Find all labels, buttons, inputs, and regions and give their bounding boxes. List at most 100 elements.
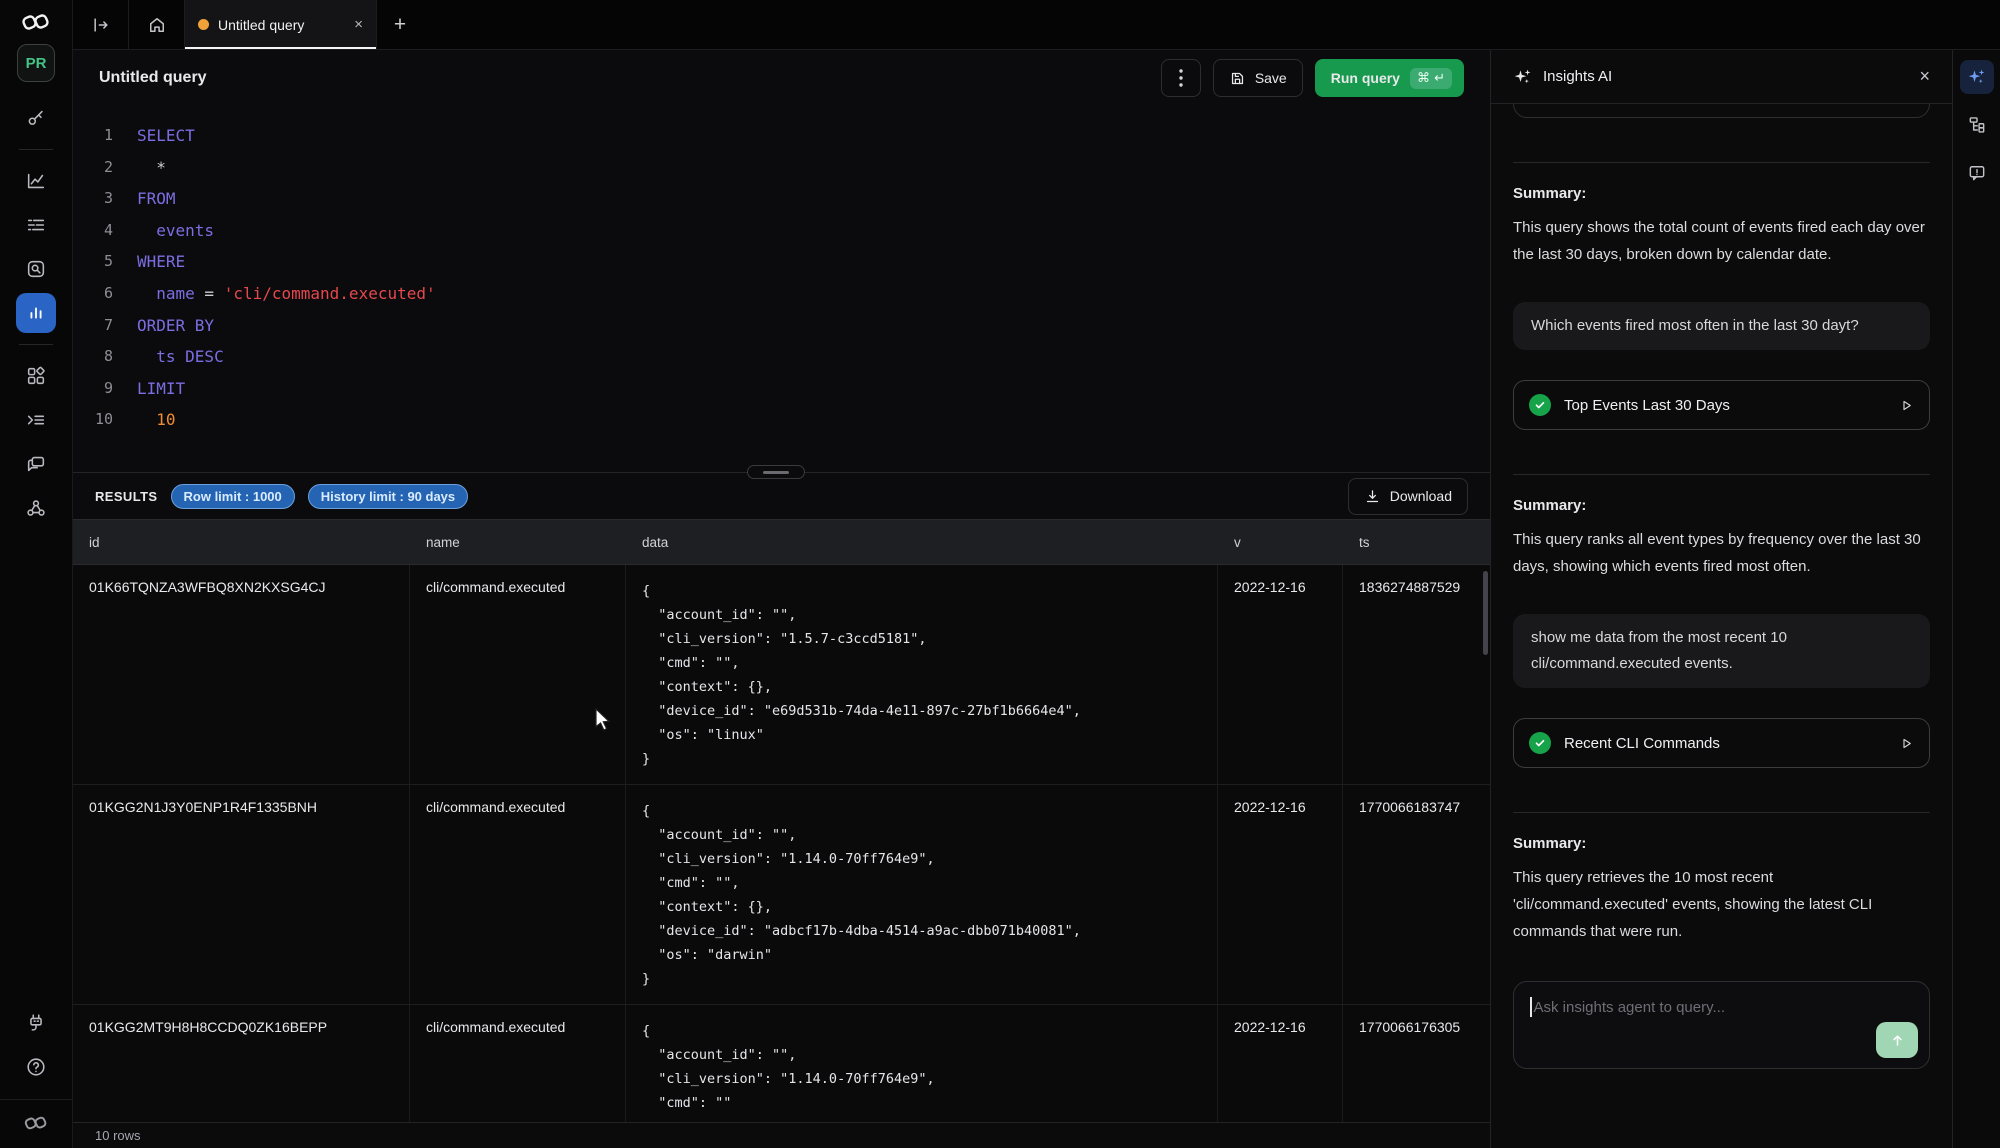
- insights-header: Insights AI ×: [1491, 50, 1952, 104]
- row-limit-pill[interactable]: Row limit : 1000: [171, 484, 295, 509]
- chat-icon: [25, 453, 47, 475]
- cell-v: 2022-12-16: [1218, 565, 1343, 784]
- strip-item-feedback[interactable]: [1960, 156, 1994, 190]
- cell-name: cli/command.executed: [410, 1005, 626, 1122]
- row-count: 10 rows: [95, 1128, 141, 1143]
- run-query-button[interactable]: Run query ⌘ ↵: [1315, 59, 1464, 97]
- history-limit-pill[interactable]: History limit : 90 days: [308, 484, 468, 509]
- sidebar-item-insights-active[interactable]: [16, 293, 56, 333]
- results-footer: 10 rows: [73, 1122, 1490, 1148]
- user-question-bubble: Which events fired most often in the las…: [1513, 302, 1930, 350]
- webhook-icon: [25, 497, 47, 519]
- clipped-action-card[interactable]: [1513, 104, 1930, 118]
- line-number: 4: [73, 215, 113, 247]
- sidebar-item-support[interactable]: [16, 444, 56, 484]
- close-icon[interactable]: ×: [1919, 66, 1930, 87]
- saved-query-card[interactable]: Recent CLI Commands: [1513, 718, 1930, 768]
- editor-line: 4 events: [73, 215, 1490, 247]
- sidebar-item-functions[interactable]: [16, 400, 56, 440]
- strip-item-schema[interactable]: [1960, 108, 1994, 142]
- editor-line: 9 LIMIT: [73, 373, 1490, 405]
- sidebar-item-apps[interactable]: [16, 356, 56, 396]
- home-button[interactable]: [129, 0, 185, 49]
- section-divider: [1513, 162, 1930, 163]
- strip-item-insights-ai[interactable]: [1960, 60, 1994, 94]
- kebab-icon: [1179, 69, 1183, 87]
- sidebar-item-metrics[interactable]: [16, 161, 56, 201]
- collapse-sidebar-button[interactable]: [73, 0, 129, 49]
- insights-title: Insights AI: [1543, 68, 1612, 85]
- sidebar-item-help[interactable]: [16, 1047, 56, 1087]
- terminal-icon: [25, 409, 47, 431]
- help-icon: [25, 1056, 47, 1078]
- app-logo[interactable]: [16, 2, 56, 42]
- keyboard-shortcut-badge: ⌘ ↵: [1410, 68, 1452, 89]
- new-tab-button[interactable]: +: [377, 0, 423, 49]
- line-number: 7: [73, 310, 113, 342]
- tab-close-icon[interactable]: ×: [354, 16, 363, 33]
- insights-scroll-area: Summary: This query shows the total coun…: [1491, 104, 1952, 1148]
- text-caret: [1530, 997, 1532, 1017]
- infinity-logo-icon: [21, 11, 51, 33]
- query-header: Untitled query Save Run query: [73, 50, 1490, 106]
- saved-query-label: Top Events Last 30 Days: [1564, 397, 1730, 414]
- sql-editor[interactable]: 1 SELECT 2 * 3 FROM 4 events 5 WHERE 6 n…: [73, 106, 1490, 472]
- editor-line: 2 *: [73, 152, 1490, 184]
- cell-name: cli/command.executed: [410, 565, 626, 784]
- download-icon: [1364, 488, 1381, 505]
- save-button[interactable]: Save: [1213, 59, 1303, 97]
- cell-id: 01K66TQNZA3WFBQ8XN2KXSG4CJ: [73, 565, 410, 784]
- column-header-v: v: [1218, 520, 1343, 564]
- schema-tree-icon: [1967, 115, 1987, 135]
- summary-text: This query retrieves the 10 most recent …: [1513, 864, 1930, 945]
- download-button[interactable]: Download: [1348, 478, 1468, 515]
- line-chart-icon: [25, 170, 47, 192]
- tab-bar: Untitled query × +: [73, 0, 2000, 50]
- cell-name: cli/command.executed: [410, 785, 626, 1004]
- more-options-button[interactable]: [1161, 59, 1201, 97]
- sidebar-item-events[interactable]: [16, 205, 56, 245]
- summary-label: Summary:: [1513, 497, 1930, 514]
- sidebar-item-webhooks[interactable]: [16, 488, 56, 528]
- results-toolbar: RESULTS Row limit : 1000 History limit :…: [73, 473, 1490, 519]
- play-icon[interactable]: [1899, 736, 1914, 751]
- editor-line: 1 SELECT: [73, 120, 1490, 152]
- results-table-header: id name data v ts: [73, 519, 1490, 565]
- page-title: Untitled query: [99, 69, 207, 87]
- insights-ai-panel: Insights AI × Summary: This query shows …: [1490, 50, 1952, 1148]
- sidebar-divider: [19, 344, 53, 345]
- line-number: 6: [73, 278, 113, 310]
- cell-data: { "account_id": "", "cli_version": "1.5.…: [626, 565, 1218, 784]
- section-divider: [1513, 812, 1930, 813]
- insights-input[interactable]: Ask insights agent to query...: [1513, 981, 1930, 1069]
- send-button[interactable]: [1876, 1022, 1918, 1058]
- home-icon: [147, 15, 167, 35]
- editor-line: 10 10: [73, 404, 1490, 436]
- sidebar-item-keys[interactable]: [16, 98, 56, 138]
- right-icon-strip: [1952, 50, 2000, 1148]
- line-number: 8: [73, 341, 113, 373]
- play-icon[interactable]: [1899, 398, 1914, 413]
- sparkles-icon: [1513, 67, 1533, 87]
- splitter-drag-handle[interactable]: [747, 465, 805, 479]
- pane-splitter: [73, 472, 1490, 473]
- avatar[interactable]: PR: [17, 44, 55, 82]
- saved-query-card[interactable]: Top Events Last 30 Days: [1513, 380, 1930, 430]
- user-question-bubble: show me data from the most recent 10 cli…: [1513, 614, 1930, 688]
- cell-v: 2022-12-16: [1218, 1005, 1343, 1122]
- sidebar-item-integrations[interactable]: [16, 1003, 56, 1043]
- editor-line: 8 ts DESC: [73, 341, 1490, 373]
- feedback-icon: [1967, 163, 1987, 183]
- save-icon: [1229, 70, 1246, 87]
- tab-untitled-query[interactable]: Untitled query ×: [185, 0, 377, 49]
- tab-title: Untitled query: [218, 17, 304, 33]
- sidebar-divider: [19, 149, 53, 150]
- summary-text: This query ranks all event types by freq…: [1513, 526, 1930, 580]
- cell-ts: 1770066183747: [1343, 785, 1490, 1004]
- table-row: 01K66TQNZA3WFBQ8XN2KXSG4CJ cli/command.e…: [73, 565, 1490, 785]
- results-table-body: 01K66TQNZA3WFBQ8XN2KXSG4CJ cli/command.e…: [73, 565, 1490, 1122]
- sidebar-item-search[interactable]: [16, 249, 56, 289]
- table-scrollbar[interactable]: [1483, 571, 1488, 655]
- line-number: 2: [73, 152, 113, 184]
- mouse-cursor: [594, 708, 616, 732]
